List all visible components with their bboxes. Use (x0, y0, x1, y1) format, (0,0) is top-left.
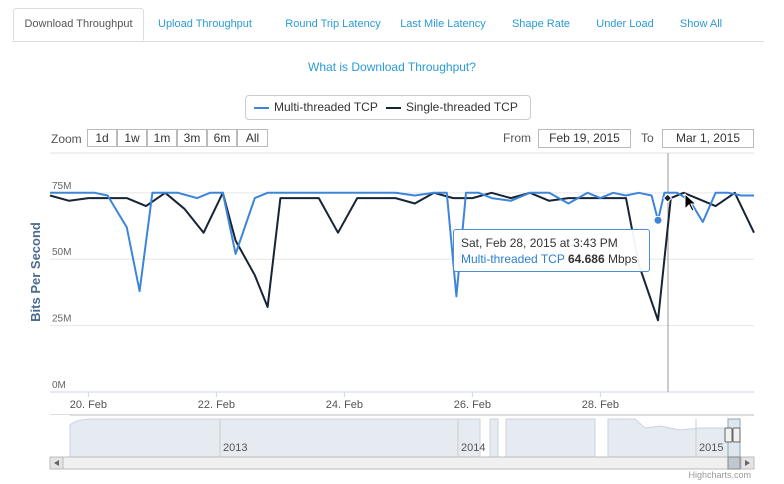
y-tick-label: 25M (52, 314, 71, 325)
x-tick-labels: 20. Feb 22. Feb 24. Feb 26. Feb 28. Feb (70, 392, 619, 411)
navigator-outside-left (50, 415, 70, 457)
tooltip-unit: Mbps (608, 252, 638, 266)
scrollbar-track[interactable] (49, 456, 755, 470)
data-tooltip: Sat, Feb 28, 2015 at 3:43 PM Multi-threa… (453, 229, 650, 272)
navigator-handle-left[interactable] (724, 427, 733, 443)
mouse-cursor-icon (684, 193, 698, 212)
x-tick-label: 24. Feb (326, 399, 363, 411)
navigator-area-2 (489, 418, 499, 458)
tooltip-date: Sat, Feb 28, 2015 at 3:43 PM (461, 236, 618, 250)
scrollbar-thumb[interactable] (727, 456, 741, 470)
tooltip-value: 64.686 (567, 252, 605, 266)
navigator-area-3 (505, 418, 596, 458)
tooltip-series-name: Multi-threaded TCP (461, 252, 565, 266)
x-tick-label: 20. Feb (70, 399, 107, 411)
navigator-label-2013: 2013 (223, 442, 247, 454)
chart-svg: Bits Per Second 0M 25M 50M 75M 20. Feb 22. F… (28, 152, 755, 470)
y-tick-label: 75M (52, 181, 71, 192)
x-tick-label: 22. Feb (198, 399, 235, 411)
x-tick-label: 28. Feb (582, 399, 619, 411)
credits-text[interactable]: Highcharts.com (688, 470, 751, 480)
navigator-label-2015: 2015 (699, 442, 723, 454)
navigator-label-2014: 2014 (461, 442, 485, 454)
y-axis-title: Bits Per Second (28, 222, 43, 322)
navigator-handle-right[interactable] (732, 427, 741, 443)
y-tick-label: 0M (52, 380, 66, 391)
hover-marker-multi (653, 215, 663, 225)
navigator-area-1 (69, 418, 481, 458)
x-tick-label: 26. Feb (454, 399, 491, 411)
y-tick-labels: 0M 25M 50M 75M (52, 181, 71, 391)
y-tick-label: 50M (52, 247, 71, 258)
